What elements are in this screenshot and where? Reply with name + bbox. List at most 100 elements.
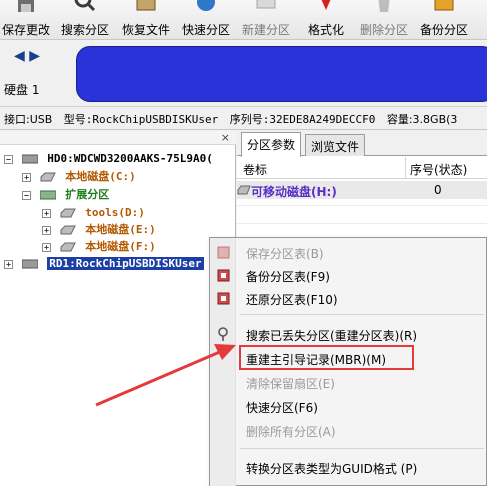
- toolbar: 保存更改 搜索分区 恢复文件 快速分区 新建分区 格式化 删除分区 备份分区: [0, 0, 487, 40]
- model-text: 型号:RockChipUSBDISKUser: [63, 113, 219, 126]
- hd0-prefix: HD0:: [47, 152, 74, 165]
- drive-d-label: tools(D:): [85, 206, 145, 219]
- tree-node-rd1[interactable]: + RD1:RockChipUSBDISKUser: [4, 256, 204, 272]
- expand-icon[interactable]: +: [4, 259, 13, 269]
- row-divider: [237, 205, 487, 206]
- close-icon[interactable]: ×: [221, 131, 230, 144]
- menu-item-restore-partition-table[interactable]: 还原分区表(F10): [210, 288, 486, 310]
- quick-partition-button[interactable]: 快速分区: [177, 0, 235, 40]
- drive-c-label: 本地磁盘(C:): [65, 170, 136, 183]
- disk-partition-visual[interactable]: [76, 46, 487, 102]
- backup-table-icon: [217, 269, 230, 282]
- menu-separator: [240, 314, 484, 315]
- menu-item-convert-to-guid[interactable]: 转换分区表类型为GUID格式 (P): [210, 457, 486, 479]
- menu-item-save-partition-table[interactable]: 保存分区表(B): [210, 242, 486, 264]
- partition-icon: [60, 225, 76, 235]
- tab-bar: 分区参数 浏览文件: [237, 131, 487, 157]
- menu-item-clear-reserved-sectors[interactable]: 清除保留扇区(E): [210, 372, 486, 394]
- search-partition-label: 搜索分区: [60, 23, 109, 37]
- menu-item-label: 备份分区表(F9): [246, 270, 330, 284]
- menu-item-quick-partition[interactable]: 快速分区(F6): [210, 396, 486, 418]
- quick-partition-label: 快速分区: [181, 23, 230, 37]
- menu-separator: [240, 448, 484, 449]
- format-label: 格式化: [307, 23, 344, 37]
- tree-pane-header: ×: [0, 131, 236, 145]
- disk-label: 硬盘 1: [4, 83, 40, 97]
- column-separator[interactable]: [405, 157, 406, 179]
- partition-icon: [40, 172, 56, 182]
- disk-map: ◀ ▶ 硬盘 1: [0, 40, 487, 106]
- extended-partition-icon: [39, 190, 56, 200]
- disk-tree-pane: × − HD0:WDCWD3200AAKS-75L9A0( + 本地磁盘(C:)…: [0, 131, 236, 486]
- tree-node-drive-d[interactable]: + tools(D:): [42, 205, 145, 221]
- collapse-icon[interactable]: −: [22, 190, 31, 200]
- rd1-label: RD1:RockChipUSBDISKUser: [47, 257, 204, 270]
- column-index-status[interactable]: 序号(状态): [410, 161, 467, 178]
- menu-item-label: 快速分区(F6): [246, 401, 318, 415]
- table-row[interactable]: 可移动磁盘(H:) 0: [237, 181, 487, 199]
- backup-icon: [434, 0, 454, 11]
- collapse-icon[interactable]: −: [4, 154, 13, 164]
- menu-item-label: 保存分区表(B): [246, 247, 324, 261]
- hd0-name: WDCWD3200AAKS-75L9A0(: [73, 152, 213, 165]
- new-partition-icon: [256, 0, 276, 9]
- expand-icon[interactable]: +: [42, 242, 51, 252]
- restore-table-icon: [217, 292, 230, 305]
- new-partition-label: 新建分区: [241, 23, 290, 37]
- column-volume-label[interactable]: 卷标: [243, 161, 267, 178]
- search-partition-button[interactable]: 搜索分区: [55, 0, 115, 40]
- hard-disk-icon: [21, 154, 38, 164]
- menu-item-search-lost-partitions[interactable]: 搜索已丢失分区(重建分区表)(R): [210, 324, 486, 346]
- disk-nav-arrows[interactable]: ◀ ▶: [14, 48, 40, 64]
- restore-files-label: 恢复文件: [121, 23, 170, 37]
- drive-e-label: 本地磁盘(E:): [85, 223, 156, 236]
- partition-table-header: 卷标 序号(状态): [237, 157, 487, 179]
- format-icon: [321, 0, 331, 10]
- expand-icon[interactable]: +: [22, 172, 31, 182]
- interface-text: 接口:USB: [4, 113, 53, 126]
- tab-browse-files[interactable]: 浏览文件: [305, 134, 366, 156]
- partition-name: 可移动磁盘(H:): [251, 185, 337, 199]
- highlight-box: [239, 345, 414, 370]
- search-icon: [74, 0, 96, 12]
- delete-partition-button[interactable]: 删除分区: [355, 0, 413, 40]
- tree-node-extended[interactable]: − 扩展分区: [22, 187, 109, 203]
- save-icon: [18, 0, 34, 12]
- extended-label: 扩展分区: [65, 188, 110, 201]
- tree-node-drive-f[interactable]: + 本地磁盘(F:): [42, 239, 156, 255]
- expand-icon[interactable]: +: [42, 208, 51, 218]
- delete-partition-label: 删除分区: [359, 23, 408, 37]
- tree-node-drive-c[interactable]: + 本地磁盘(C:): [22, 169, 136, 185]
- save-changes-label: 保存更改: [1, 23, 50, 37]
- menu-item-label: 搜索已丢失分区(重建分区表)(R): [246, 329, 418, 343]
- restore-files-button[interactable]: 恢复文件: [117, 0, 175, 40]
- tree-node-drive-e[interactable]: + 本地磁盘(E:): [42, 222, 156, 238]
- delete-icon: [378, 0, 390, 12]
- partition-icon: [237, 185, 251, 195]
- backup-partition-label: 备份分区: [419, 23, 468, 37]
- search-lost-icon: [218, 327, 228, 341]
- new-partition-button[interactable]: 新建分区: [237, 0, 295, 40]
- menu-item-backup-partition-table[interactable]: 备份分区表(F9): [210, 265, 486, 287]
- quick-partition-icon: [197, 0, 215, 11]
- drive-f-label: 本地磁盘(F:): [85, 240, 156, 253]
- menu-item-delete-all-partitions[interactable]: 删除所有分区(A): [210, 420, 486, 442]
- expand-icon[interactable]: +: [42, 225, 51, 235]
- partition-icon: [60, 208, 76, 218]
- usb-disk-icon: [21, 259, 38, 269]
- row-divider: [237, 223, 487, 224]
- tree-node-hd0[interactable]: − HD0:WDCWD3200AAKS-75L9A0(: [4, 151, 213, 167]
- capacity-text: 容量:3.8GB(3: [386, 113, 458, 126]
- restore-icon: [136, 0, 156, 11]
- menu-item-label: 转换分区表类型为GUID格式 (P): [246, 462, 418, 476]
- diskgenius-window: 保存更改 搜索分区 恢复文件 快速分区 新建分区 格式化 删除分区 备份分区 ◀…: [0, 0, 487, 486]
- tab-partition-params[interactable]: 分区参数: [241, 132, 302, 157]
- format-button[interactable]: 格式化: [299, 0, 353, 40]
- save-changes-button[interactable]: 保存更改: [0, 0, 52, 40]
- backup-partition-button[interactable]: 备份分区: [415, 0, 473, 40]
- partition-icon: [60, 242, 76, 252]
- partition-index: 0: [434, 183, 442, 197]
- disk-info-line: 接口:USB 型号:RockChipUSBDISKUser 序列号:32EDE8…: [0, 106, 487, 130]
- save-table-icon: [217, 246, 230, 259]
- menu-item-label: 还原分区表(F10): [246, 293, 338, 307]
